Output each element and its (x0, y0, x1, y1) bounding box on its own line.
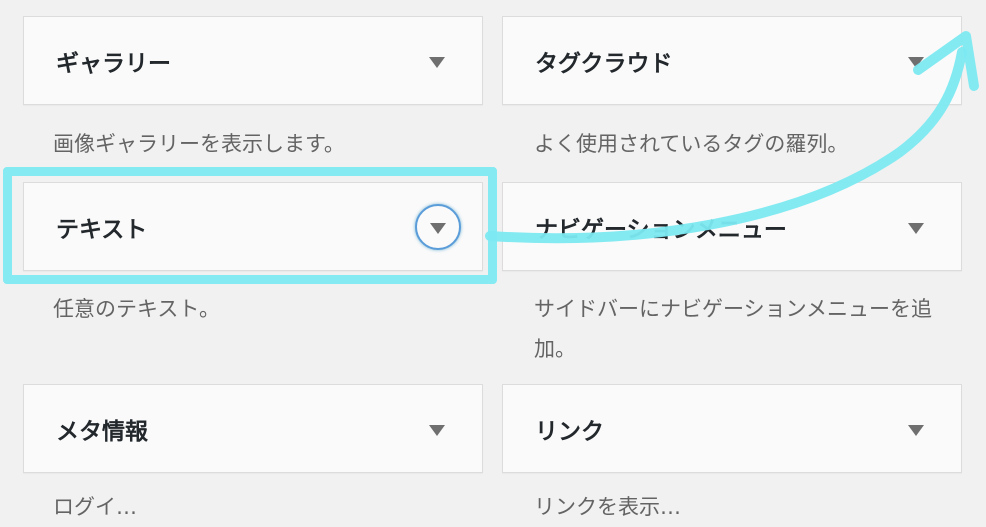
curved-arrow-annotation (485, 31, 979, 244)
